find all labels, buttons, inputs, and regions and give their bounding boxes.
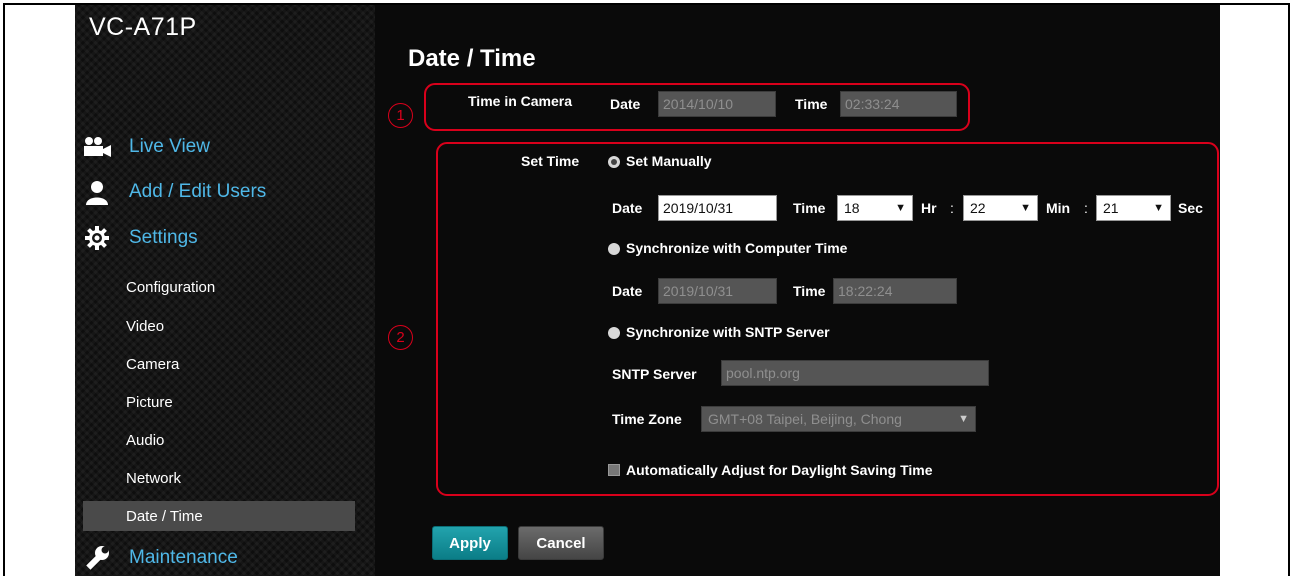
nav-sub-audio[interactable]: Audio — [126, 425, 164, 455]
computer-time-field: 18:22:24 — [833, 278, 957, 304]
manual-date-input[interactable]: 2019/10/31 — [658, 195, 777, 221]
second-select[interactable]: 21 ▼ — [1096, 195, 1171, 221]
sidebar: VC-A71P Live View Add / Edit Users Setti… — [75, 5, 375, 576]
chevron-down-icon: ▼ — [1020, 202, 1031, 214]
timezone-value: GMT+08 Taipei, Beijing, Chong — [708, 411, 902, 427]
set-manually-label: Set Manually — [626, 153, 712, 169]
cancel-button[interactable]: Cancel — [518, 526, 604, 560]
sync-computer-radio[interactable] — [608, 243, 620, 255]
nav-add-edit-users-label: Add / Edit Users — [129, 181, 267, 202]
manual-date-label: Date — [612, 200, 643, 216]
video-camera-icon — [79, 134, 115, 160]
sntp-server-field: pool.ntp.org — [721, 360, 989, 386]
second-value: 21 — [1103, 200, 1119, 216]
nav-maintenance-label: Maintenance — [129, 547, 238, 568]
product-logo: VC-A71P — [89, 13, 197, 41]
timezone-select: GMT+08 Taipei, Beijing, Chong ▼ — [701, 406, 976, 432]
wrench-icon — [79, 545, 115, 571]
camera-date-field: 2014/10/10 — [658, 91, 776, 117]
chevron-down-icon: ▼ — [1153, 202, 1164, 214]
computer-date-label: Date — [612, 283, 643, 299]
dst-label: Automatically Adjust for Daylight Saving… — [626, 462, 933, 478]
camera-time-label: Time — [795, 96, 828, 112]
apply-button[interactable]: Apply — [432, 526, 508, 560]
camera-date-label: Date — [610, 96, 641, 112]
nav-settings-label: Settings — [129, 227, 198, 248]
hour-value: 18 — [844, 200, 860, 216]
nav-sub-camera[interactable]: Camera — [126, 349, 179, 379]
computer-time-label: Time — [793, 283, 826, 299]
chevron-down-icon: ▼ — [895, 202, 906, 214]
nav-add-edit-users[interactable]: Add / Edit Users — [79, 177, 266, 207]
gear-icon — [79, 225, 115, 251]
nav-sub-date-time[interactable]: Date / Time — [83, 501, 355, 531]
time-in-camera-label: Time in Camera — [468, 93, 573, 109]
hour-select[interactable]: 18 ▼ — [837, 195, 913, 221]
nav-settings[interactable]: Settings — [79, 223, 198, 253]
computer-date-field: 2019/10/31 — [658, 278, 777, 304]
timezone-label: Time Zone — [612, 411, 682, 427]
minute-select[interactable]: 22 ▼ — [963, 195, 1038, 221]
hr-unit-label: Hr — [921, 200, 937, 216]
minute-value: 22 — [970, 200, 986, 216]
hr-colon: : — [950, 200, 954, 216]
sync-sntp-label: Synchronize with SNTP Server — [626, 324, 830, 340]
annotation-marker-1: 1 — [388, 103, 413, 128]
camera-time-field: 02:33:24 — [840, 91, 957, 117]
user-icon — [79, 179, 115, 205]
chevron-down-icon: ▼ — [958, 413, 969, 425]
sec-unit-label: Sec — [1178, 200, 1203, 216]
nav-sub-video[interactable]: Video — [126, 311, 164, 341]
min-unit-label: Min — [1046, 200, 1071, 216]
set-time-label: Set Time — [521, 153, 580, 169]
min-colon: : — [1084, 200, 1088, 216]
dst-checkbox[interactable] — [608, 464, 620, 476]
nav-live-view-label: Live View — [129, 136, 210, 157]
nav-sub-picture[interactable]: Picture — [126, 387, 173, 417]
nav-sub-network[interactable]: Network — [126, 463, 181, 493]
sync-computer-label: Synchronize with Computer Time — [626, 240, 848, 256]
nav-live-view[interactable]: Live View — [79, 132, 210, 162]
annotation-marker-2: 2 — [388, 325, 413, 350]
nav-maintenance[interactable]: Maintenance — [79, 543, 238, 573]
sync-sntp-radio[interactable] — [608, 327, 620, 339]
nav-sub-configuration[interactable]: Configuration — [126, 272, 215, 302]
camera-web-ui: VC-A71P Live View Add / Edit Users Setti… — [75, 5, 1220, 576]
set-manually-radio[interactable] — [608, 156, 620, 168]
manual-time-label: Time — [793, 200, 826, 216]
sntp-server-label: SNTP Server — [612, 366, 697, 382]
page-title: Date / Time — [408, 45, 536, 72]
